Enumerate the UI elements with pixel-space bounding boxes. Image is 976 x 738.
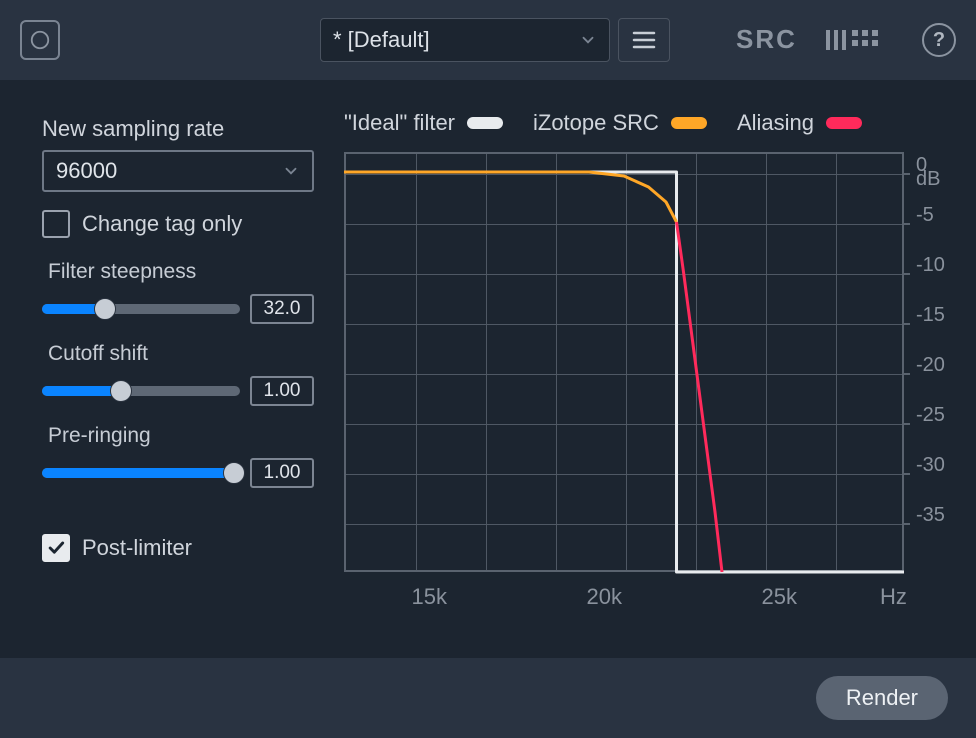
legend-ideal-swatch bbox=[467, 117, 503, 129]
x-axis-unit: Hz bbox=[880, 584, 907, 610]
post-limiter-checkbox[interactable] bbox=[42, 534, 70, 562]
pre-ringing-group: Pre-ringing 1.00 bbox=[42, 424, 314, 488]
cutoff-shift-label: Cutoff shift bbox=[42, 342, 314, 366]
y-tick-label: -35 bbox=[916, 504, 945, 527]
y-tick-label: -20 bbox=[916, 354, 945, 377]
x-tick-label: 20k bbox=[587, 584, 622, 610]
y-tick-label: -25 bbox=[916, 404, 945, 427]
pre-ringing-slider[interactable] bbox=[42, 468, 240, 478]
post-limiter-label: Post-limiter bbox=[82, 535, 192, 561]
footer: Render bbox=[0, 658, 976, 738]
chevron-down-icon bbox=[579, 31, 597, 49]
svg-text:SRC: SRC bbox=[736, 26, 797, 54]
main-content: New sampling rate 96000 Change tag only … bbox=[0, 80, 976, 650]
filter-steepness-slider[interactable] bbox=[42, 304, 240, 314]
x-tick-label: 25k bbox=[762, 584, 797, 610]
power-button[interactable] bbox=[20, 20, 60, 60]
preset-menu-button[interactable] bbox=[618, 18, 670, 62]
change-tag-only-row: Change tag only bbox=[42, 210, 314, 238]
sampling-rate-dropdown[interactable]: 96000 bbox=[42, 150, 314, 192]
legend-aliasing-label: Aliasing bbox=[737, 110, 814, 136]
chevron-down-icon bbox=[282, 162, 300, 180]
y-tick-label: -15 bbox=[916, 304, 945, 327]
y-tick-label: -5 bbox=[916, 204, 934, 227]
cutoff-shift-slider[interactable] bbox=[42, 386, 240, 396]
help-icon: ? bbox=[933, 29, 945, 52]
chart-panel: "Ideal" filter iZotope SRC Aliasing dB 0… bbox=[344, 110, 944, 650]
render-button[interactable]: Render bbox=[816, 676, 948, 720]
preset-label: * [Default] bbox=[333, 27, 430, 53]
cutoff-shift-value[interactable]: 1.00 bbox=[250, 376, 314, 406]
change-tag-only-checkbox[interactable] bbox=[42, 210, 70, 238]
sampling-rate-value: 96000 bbox=[56, 158, 117, 184]
chart-legend: "Ideal" filter iZotope SRC Aliasing bbox=[344, 110, 944, 136]
pre-ringing-label: Pre-ringing bbox=[42, 424, 314, 448]
pre-ringing-value[interactable]: 1.00 bbox=[250, 458, 314, 488]
preset-select-group: * [Default] bbox=[320, 18, 670, 62]
sampling-rate-label: New sampling rate bbox=[42, 116, 314, 142]
x-tick-label: 15k bbox=[412, 584, 447, 610]
brand-logo: SRC bbox=[736, 26, 896, 54]
help-button[interactable]: ? bbox=[922, 23, 956, 57]
legend-aliasing-swatch bbox=[826, 117, 862, 129]
chart: dB 0-5-10-15-20-25-30-35 15k20k25k Hz bbox=[344, 152, 944, 632]
filter-steepness-label: Filter steepness bbox=[42, 260, 314, 284]
controls-panel: New sampling rate 96000 Change tag only … bbox=[42, 110, 314, 650]
filter-steepness-value[interactable]: 32.0 bbox=[250, 294, 314, 324]
legend-izotope-swatch bbox=[671, 117, 707, 129]
post-limiter-row: Post-limiter bbox=[42, 534, 314, 562]
chart-lines bbox=[344, 152, 904, 572]
y-tick-label: -10 bbox=[916, 254, 945, 277]
cutoff-shift-group: Cutoff shift 1.00 bbox=[42, 342, 314, 406]
change-tag-only-label: Change tag only bbox=[82, 211, 242, 237]
filter-steepness-group: Filter steepness 32.0 bbox=[42, 260, 314, 324]
hamburger-icon bbox=[631, 30, 657, 50]
legend-izotope-label: iZotope SRC bbox=[533, 110, 659, 136]
preset-dropdown[interactable]: * [Default] bbox=[320, 18, 610, 62]
topbar: * [Default] SRC bbox=[0, 0, 976, 80]
legend-ideal-label: "Ideal" filter bbox=[344, 110, 455, 136]
y-tick-label: -30 bbox=[916, 454, 945, 477]
y-tick-label: 0 bbox=[916, 154, 927, 177]
